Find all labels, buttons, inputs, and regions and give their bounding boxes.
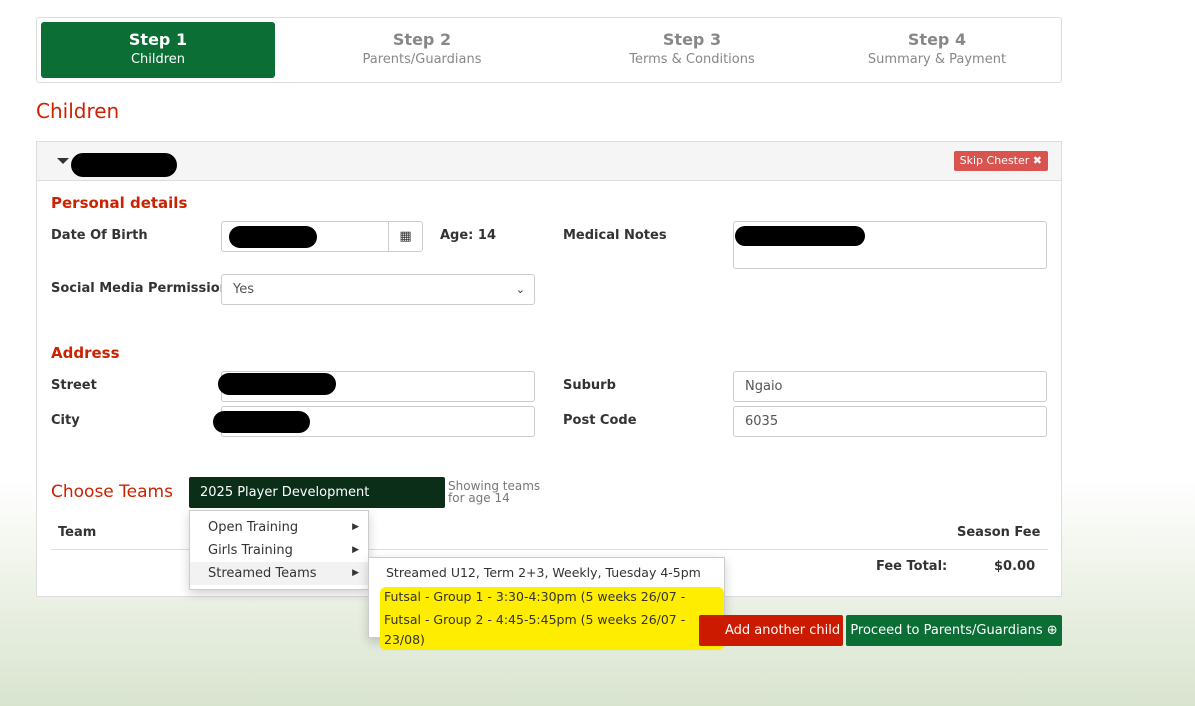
dob-input[interactable]: ▦: [221, 221, 423, 252]
redacted-dob: [229, 226, 317, 248]
chevron-right-icon: ▶: [352, 522, 359, 532]
fee-total-label: Fee Total:: [876, 559, 948, 574]
fee-total-value: $0.00: [994, 559, 1036, 574]
programme-dropdown-button[interactable]: 2025 Player Development Programme ▾: [189, 477, 445, 531]
choose-teams-heading: Choose Teams: [51, 482, 173, 502]
child-panel-header[interactable]: Skip Chester ✖: [37, 142, 1061, 181]
step-2-title: Step 2: [392, 30, 452, 49]
chevron-right-icon: ▶: [352, 545, 359, 555]
medical-notes-textarea[interactable]: [733, 221, 1047, 269]
menu-item-girls-training[interactable]: Girls Training ▶: [190, 539, 368, 562]
step-2-subtitle: Parents/Guardians: [362, 52, 482, 67]
menu-item-label: Open Training: [208, 520, 299, 535]
social-media-value: Yes: [233, 282, 254, 297]
step-3-subtitle: Terms & Conditions: [629, 52, 755, 67]
postcode-label: Post Code: [563, 413, 637, 428]
page-title: Children: [36, 99, 120, 123]
age-text: Age: 14: [440, 228, 496, 243]
calendar-icon[interactable]: ▦: [388, 222, 422, 251]
step-4[interactable]: Step 4 Summary & Payment: [820, 22, 1054, 78]
season-fee-column-header: Season Fee: [957, 525, 1041, 540]
suburb-label: Suburb: [563, 378, 616, 393]
submenu-item-futsal-group-2[interactable]: Futsal - Group 2 - 4:45-5:45pm (5 weeks …: [380, 610, 724, 650]
medical-notes-label: Medical Notes: [563, 228, 667, 243]
street-input[interactable]: [218, 371, 535, 402]
age-filter-note-line2: for age 14: [448, 491, 510, 505]
social-media-label: Social Media Permission: [51, 281, 229, 296]
menu-item-label: Girls Training: [208, 543, 293, 558]
add-another-child-button[interactable]: Add another child: [699, 615, 843, 646]
address-heading: Address: [51, 344, 120, 362]
menu-item-streamed-teams[interactable]: Streamed Teams ▶: [190, 562, 368, 585]
menu-item-open-training[interactable]: Open Training ▶: [190, 516, 368, 539]
personal-details-heading: Personal details: [51, 194, 188, 212]
social-media-select[interactable]: Yes ⌄: [221, 274, 535, 305]
programme-menu: Open Training ▶ Girls Training ▶ Streame…: [189, 510, 369, 590]
postcode-input[interactable]: 6035: [733, 406, 1047, 437]
redacted-medical-notes: [735, 226, 865, 246]
step-1-title: Step 1: [128, 30, 188, 49]
step-1-subtitle: Children: [130, 52, 186, 67]
city-input[interactable]: [213, 406, 535, 437]
step-2[interactable]: Step 2 Parents/Guardians: [305, 22, 539, 78]
redacted-city: [213, 411, 310, 433]
step-4-subtitle: Summary & Payment: [867, 52, 1007, 67]
step-4-title: Step 4: [907, 30, 967, 49]
proceed-button[interactable]: Proceed to Parents/Guardians ⊕: [846, 615, 1062, 646]
redacted-street: [218, 373, 336, 395]
collapse-caret-icon[interactable]: [57, 158, 69, 164]
step-3[interactable]: Step 3 Terms & Conditions: [575, 22, 809, 78]
menu-item-label: Streamed Teams: [208, 566, 317, 581]
step-1[interactable]: Step 1 Children: [41, 22, 275, 78]
skip-child-button[interactable]: Skip Chester ✖: [953, 151, 1048, 171]
chevron-down-icon: ⌄: [515, 283, 525, 296]
city-label: City: [51, 413, 80, 428]
step-wizard: Step 1 Children Step 2 Parents/Guardians…: [36, 17, 1062, 83]
team-column-header: Team: [58, 525, 97, 540]
redacted-child-name: [71, 153, 177, 177]
suburb-input[interactable]: Ngaio: [733, 371, 1047, 402]
age-filter-note: Showing teams for age 14: [448, 480, 540, 504]
dob-label: Date Of Birth: [51, 228, 148, 243]
chevron-right-icon: ▶: [352, 568, 359, 578]
streamed-teams-submenu: Streamed U12, Term 2+3, Weekly, Tuesday …: [368, 557, 725, 650]
street-label: Street: [51, 378, 97, 393]
step-3-title: Step 3: [662, 30, 722, 49]
